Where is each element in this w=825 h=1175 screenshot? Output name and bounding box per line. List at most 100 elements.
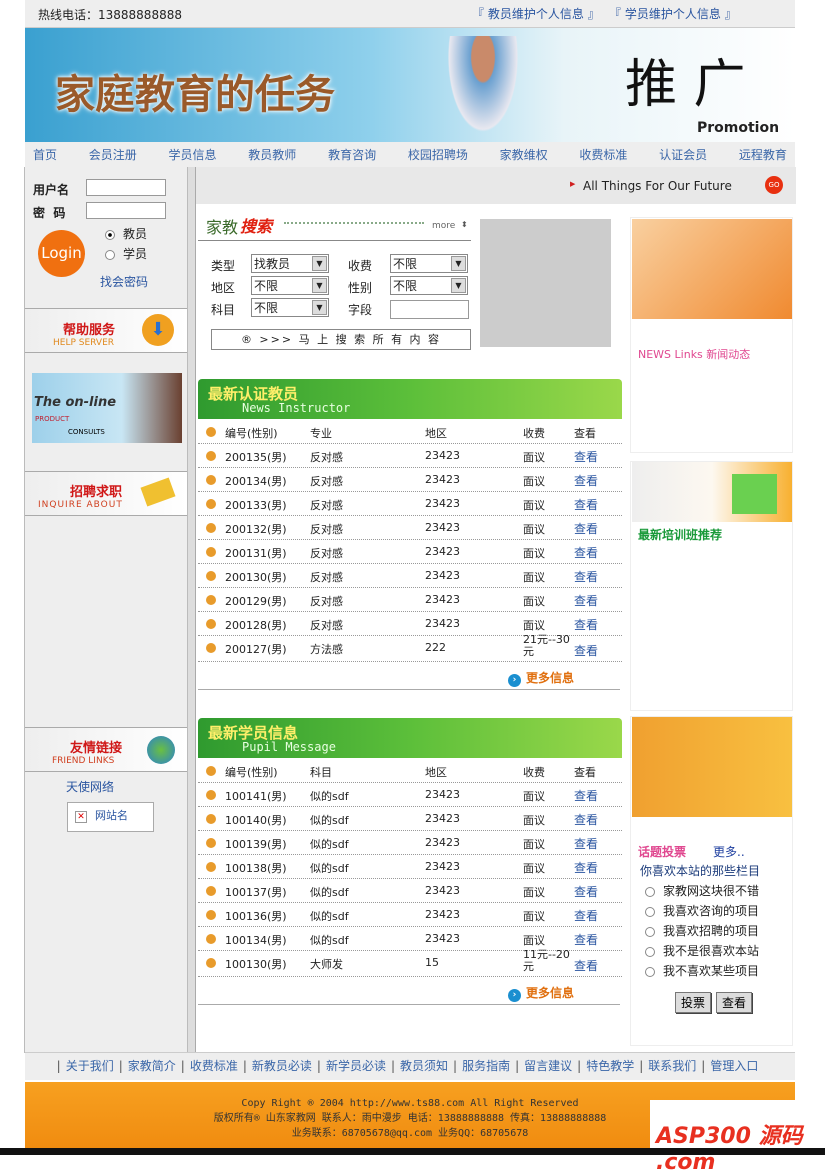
cell[interactable]: 查看: [574, 592, 598, 609]
table-row: 100138(男) 似的sdf 23423 面议 查看: [198, 855, 622, 879]
footer-link[interactable]: 管理入口: [710, 1059, 758, 1073]
search-more-link[interactable]: more: [432, 221, 455, 231]
footer-link[interactable]: 教员须知: [400, 1059, 448, 1073]
vote-option[interactable]: 我喜欢招聘的项目: [645, 922, 759, 939]
bullet-icon: [206, 838, 216, 848]
bullet-icon: [206, 790, 216, 800]
region-select[interactable]: 不限 ▼: [251, 276, 329, 295]
teacher-profile-link[interactable]: 『 教员维护个人信息 』: [472, 5, 600, 22]
bullet-icon: [206, 862, 216, 872]
cell[interactable]: 查看: [574, 931, 598, 948]
student-profile-link[interactable]: 『 学员维护个人信息 』: [609, 5, 737, 22]
students-more-link[interactable]: › 更多信息: [508, 984, 574, 1002]
cell[interactable]: 查看: [574, 472, 598, 489]
footer-link[interactable]: 新学员必读: [326, 1059, 386, 1073]
fee-select[interactable]: 不限 ▼: [390, 254, 468, 273]
password-label: 密 码: [33, 206, 66, 220]
main-nav: 首页 会员注册 学员信息 教员教师 教育咨询 校园招聘场 家教维权 收费标准 认证会员 远程教育: [25, 142, 795, 167]
column-header: 查看: [574, 427, 596, 440]
vote-button[interactable]: 投票: [675, 992, 712, 1013]
online-product: PRODUCT: [35, 415, 70, 423]
cell[interactable]: 查看: [574, 448, 598, 465]
vote-title: 话题投票: [638, 845, 687, 859]
cell: 面议: [523, 547, 545, 560]
bullet-icon: [206, 934, 216, 944]
role-teacher[interactable]: 教员: [105, 225, 147, 242]
help-service-banner[interactable]: 帮助服务 HELP SERVER ⬇: [25, 308, 187, 353]
cell[interactable]: 查看: [574, 787, 598, 804]
cell[interactable]: 查看: [574, 616, 598, 633]
nav-item[interactable]: 教育咨询: [328, 146, 376, 163]
footer-link[interactable]: 联系我们: [648, 1059, 696, 1073]
nav-item[interactable]: 收费标准: [579, 146, 627, 163]
bullet-icon: [206, 886, 216, 896]
cell[interactable]: 查看: [574, 907, 598, 924]
nav-item[interactable]: 教员教师: [248, 146, 296, 163]
cell: 23423: [425, 932, 460, 945]
go-button[interactable]: GO: [765, 176, 783, 194]
cell[interactable]: 查看: [574, 811, 598, 828]
subject-select[interactable]: 不限 ▼: [251, 298, 329, 317]
field-input[interactable]: [390, 300, 469, 319]
role-student[interactable]: 学员: [105, 245, 147, 262]
download-arrow-icon: ⬇: [142, 314, 174, 346]
news-title[interactable]: NEWS Links 新闻动态: [638, 346, 750, 362]
cell: 200134(男): [225, 475, 287, 488]
cell[interactable]: 查看: [574, 835, 598, 852]
table-row: 100137(男) 似的sdf 23423 面议 查看: [198, 879, 622, 903]
cell[interactable]: 查看: [574, 642, 598, 659]
column-header: 编号(性别): [225, 427, 278, 440]
nav-item[interactable]: 学员信息: [169, 146, 217, 163]
view-results-button[interactable]: 查看: [716, 992, 753, 1013]
gender-select[interactable]: 不限 ▼: [390, 276, 468, 295]
footer-link[interactable]: 家教简介: [128, 1059, 176, 1073]
footer-link[interactable]: 新教员必读: [252, 1059, 312, 1073]
cell[interactable]: 查看: [574, 544, 598, 561]
cell: 大师发: [310, 958, 343, 971]
cell: 面议: [523, 619, 545, 632]
cell[interactable]: 查看: [574, 496, 598, 513]
nav-item[interactable]: 会员注册: [89, 146, 137, 163]
nav-item[interactable]: 首页: [33, 146, 57, 163]
cell: 23423: [425, 812, 460, 825]
footer-link[interactable]: 留言建议: [524, 1059, 572, 1073]
teachers-more-link[interactable]: › 更多信息: [508, 669, 574, 687]
cell: 反对感: [310, 547, 343, 560]
login-button[interactable]: Login: [38, 230, 85, 277]
training-title[interactable]: 最新培训班推荐: [638, 526, 722, 543]
gift-icon: [732, 474, 777, 514]
vote-question: 你喜欢本站的那些栏目: [640, 864, 761, 878]
cell[interactable]: 查看: [574, 520, 598, 537]
vote-option[interactable]: 我不是很喜欢本站: [645, 942, 759, 959]
footer-link[interactable]: 收费标准: [190, 1059, 238, 1073]
cell[interactable]: 查看: [574, 957, 598, 974]
footer-link[interactable]: 特色教学: [586, 1059, 634, 1073]
friend-site-logo[interactable]: ✕ 网站名: [67, 802, 154, 832]
column-header: 收费: [523, 766, 545, 779]
promo-calligraphy: 推 广: [625, 55, 746, 115]
footer-link[interactable]: 服务指南: [462, 1059, 510, 1073]
vote-option[interactable]: 家教网这块很不错: [645, 882, 759, 899]
cell[interactable]: 查看: [574, 859, 598, 876]
nav-item[interactable]: 远程教育: [739, 146, 787, 163]
password-input[interactable]: [86, 202, 166, 219]
online-consult-banner[interactable]: The on-line PRODUCT CONSULTS: [32, 373, 182, 443]
friend-link-tianshi[interactable]: 天使网络: [66, 778, 114, 795]
jobs-banner[interactable]: 招聘求职 INQUIRE ABOUT: [25, 471, 187, 516]
cell[interactable]: 查看: [574, 568, 598, 585]
username-input[interactable]: [86, 179, 166, 196]
forgot-password-link[interactable]: 找会密码: [100, 273, 148, 290]
nav-item[interactable]: 校园招聘场: [408, 146, 468, 163]
footer-link[interactable]: 关于我们: [66, 1059, 114, 1073]
vote-more-link[interactable]: 更多..: [713, 843, 745, 860]
vote-option[interactable]: 我喜欢咨询的项目: [645, 902, 759, 919]
search-all-button[interactable]: ® >>> 马 上 搜 索 所 有 内 容: [211, 329, 471, 350]
type-select[interactable]: 找教员 ▼: [251, 254, 329, 273]
nav-item[interactable]: 认证会员: [659, 146, 707, 163]
cell[interactable]: 查看: [574, 883, 598, 900]
site-name: 网站名: [95, 809, 128, 822]
vote-option[interactable]: 我不喜欢某些项目: [645, 962, 759, 979]
cell: 似的sdf: [310, 910, 349, 923]
cell: 反对感: [310, 619, 343, 632]
nav-item[interactable]: 家教维权: [500, 146, 548, 163]
